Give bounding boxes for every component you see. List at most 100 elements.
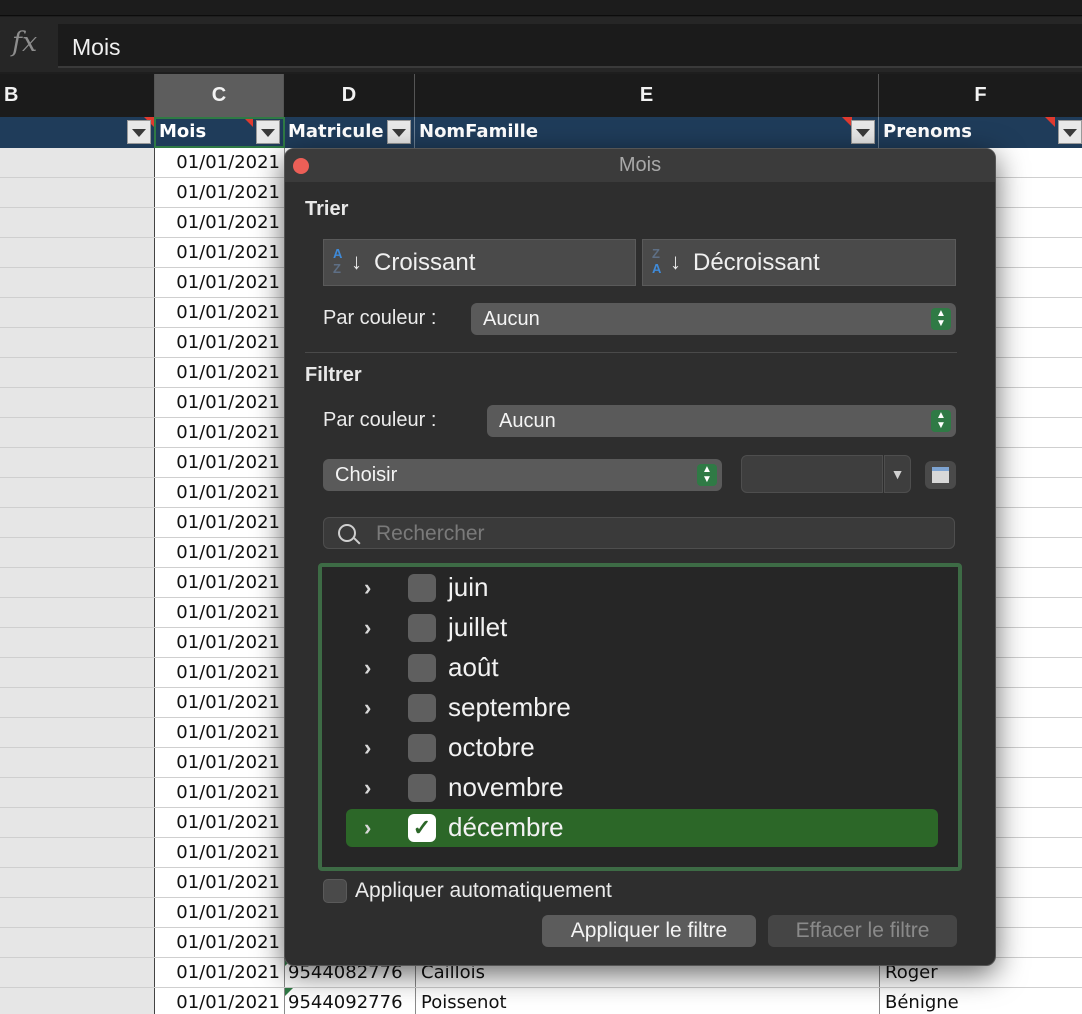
cell-mois[interactable]: 01/01/2021 bbox=[160, 178, 280, 208]
clear-filter-button[interactable]: Effacer le filtre bbox=[768, 915, 957, 947]
filter-dropdown-button-prenoms[interactable] bbox=[1058, 120, 1082, 144]
item-label: juillet bbox=[448, 612, 508, 642]
item-checkbox[interactable] bbox=[408, 774, 436, 802]
sort-color-select[interactable]: Aucun ▲ ▼ bbox=[471, 303, 956, 335]
item-label: novembre bbox=[448, 772, 564, 802]
cell-mois[interactable]: 01/01/2021 bbox=[160, 418, 280, 448]
item-label: juin bbox=[448, 572, 489, 602]
table-header-prenoms: Prenoms bbox=[879, 117, 1082, 148]
active-cell-highlight bbox=[154, 117, 285, 148]
item-label: décembre bbox=[448, 812, 564, 842]
filter-list-item[interactable]: › ✓ décembre bbox=[346, 809, 938, 847]
cell-mois[interactable]: 01/01/2021 bbox=[160, 358, 280, 388]
table-header-matricule: Matricule bbox=[284, 117, 415, 148]
filter-color-value: Aucun bbox=[499, 410, 556, 432]
filter-list-item[interactable]: › novembre bbox=[346, 769, 938, 807]
cell-mois[interactable]: 01/01/2021 bbox=[160, 238, 280, 268]
item-checkbox[interactable] bbox=[408, 574, 436, 602]
item-checkbox[interactable] bbox=[408, 694, 436, 722]
cell-mois[interactable]: 01/01/2021 bbox=[160, 268, 280, 298]
filter-dropdown-button-nomfamille[interactable] bbox=[851, 120, 875, 144]
cell-mois[interactable]: 01/01/2021 bbox=[160, 448, 280, 478]
filter-dropdown-button-matricule[interactable] bbox=[387, 120, 411, 144]
cell-mois[interactable]: 01/01/2021 bbox=[160, 388, 280, 418]
calendar-button[interactable] bbox=[925, 461, 956, 489]
column-header-e[interactable]: E bbox=[415, 74, 879, 117]
filter-values-list[interactable]: › juin › juillet › août › septembre › octobre › nov… bbox=[318, 563, 962, 871]
filter-list-item[interactable]: › octobre bbox=[346, 729, 938, 767]
sort-ascending-icon: AZ ↓ bbox=[333, 246, 362, 276]
cell-mois[interactable]: 01/01/2021 bbox=[160, 928, 280, 958]
column-header-b[interactable]: B bbox=[0, 74, 155, 117]
column-headers: B C D E F bbox=[0, 74, 1082, 117]
cell-mois[interactable]: 01/01/2021 bbox=[160, 478, 280, 508]
column-b-cells[interactable] bbox=[0, 148, 155, 1014]
apply-filter-button[interactable]: Appliquer le filtre bbox=[542, 915, 756, 947]
filter-color-select[interactable]: Aucun ▲ ▼ bbox=[487, 405, 956, 437]
filter-list-item[interactable]: › août bbox=[346, 649, 938, 687]
cell-matricule[interactable]: 9544092776 bbox=[288, 988, 412, 1014]
filter-list-item[interactable]: › juillet bbox=[346, 609, 938, 647]
filter-list-item[interactable]: › juin bbox=[346, 569, 938, 607]
formula-bar: fx Mois bbox=[0, 17, 1082, 72]
search-field[interactable]: Rechercher bbox=[323, 517, 955, 549]
cell-mois[interactable]: 01/01/2021 bbox=[160, 868, 280, 898]
cell-mois[interactable]: 01/01/2021 bbox=[160, 508, 280, 538]
choose-criteria-select[interactable]: Choisir ▲ ▼ bbox=[323, 459, 722, 491]
cell-mois[interactable]: 01/01/2021 bbox=[160, 838, 280, 868]
cell-mois[interactable]: 01/01/2021 bbox=[160, 568, 280, 598]
cell-mois[interactable]: 01/01/2021 bbox=[160, 628, 280, 658]
filter-dropdown-button[interactable] bbox=[127, 120, 151, 144]
chevron-right-icon[interactable]: › bbox=[364, 615, 371, 641]
auto-apply-label: Appliquer automatiquement bbox=[355, 879, 612, 902]
cell-mois[interactable]: 01/01/2021 bbox=[160, 148, 280, 178]
error-indicator bbox=[285, 988, 293, 996]
cell-mois[interactable]: 01/01/2021 bbox=[160, 598, 280, 628]
item-label: octobre bbox=[448, 732, 535, 762]
cell-prenoms[interactable]: Bénigne bbox=[885, 988, 1075, 1014]
cell-mois[interactable]: 01/01/2021 bbox=[160, 328, 280, 358]
chevron-right-icon[interactable]: › bbox=[364, 695, 371, 721]
cell-mois[interactable]: 01/01/2021 bbox=[160, 778, 280, 808]
criteria-value-combobox[interactable] bbox=[741, 455, 883, 493]
cell-mois[interactable]: 01/01/2021 bbox=[160, 538, 280, 568]
item-checkbox[interactable] bbox=[408, 614, 436, 642]
cell-mois[interactable]: 01/01/2021 bbox=[160, 658, 280, 688]
formula-input[interactable]: Mois bbox=[58, 24, 1082, 68]
cell-mois[interactable]: 01/01/2021 bbox=[160, 958, 280, 988]
header-label-matricule: Matricule bbox=[288, 121, 384, 142]
cell-mois[interactable]: 01/01/2021 bbox=[160, 208, 280, 238]
close-icon[interactable] bbox=[293, 158, 309, 174]
calendar-icon bbox=[932, 467, 949, 483]
cell-mois[interactable]: 01/01/2021 bbox=[160, 988, 280, 1014]
filter-color-label: Par couleur : bbox=[323, 409, 437, 431]
sort-ascending-button[interactable]: AZ ↓ Croissant bbox=[323, 239, 636, 286]
auto-apply-checkbox[interactable] bbox=[323, 879, 347, 903]
criteria-dropdown-arrow-icon[interactable]: ▼ bbox=[884, 455, 911, 493]
cell-mois[interactable]: 01/01/2021 bbox=[160, 298, 280, 328]
sort-descending-button[interactable]: ZA ↓ Décroissant bbox=[642, 239, 956, 286]
cell-mois[interactable]: 01/01/2021 bbox=[160, 898, 280, 928]
chevron-right-icon[interactable]: › bbox=[364, 575, 371, 601]
chevron-right-icon[interactable]: › bbox=[364, 655, 371, 681]
column-header-c[interactable]: C bbox=[155, 74, 284, 117]
cell-nomfamille[interactable]: Poissenot bbox=[421, 988, 871, 1014]
filter-section-title: Filtrer bbox=[305, 364, 362, 386]
cell-mois[interactable]: 01/01/2021 bbox=[160, 748, 280, 778]
chevron-right-icon[interactable]: › bbox=[364, 735, 371, 761]
sort-descending-label: Décroissant bbox=[693, 249, 820, 276]
column-header-f[interactable]: F bbox=[879, 74, 1082, 117]
fx-icon[interactable]: fx bbox=[12, 27, 48, 63]
cell-mois[interactable]: 01/01/2021 bbox=[160, 808, 280, 838]
filter-list-item[interactable]: › septembre bbox=[346, 689, 938, 727]
column-header-d[interactable]: D bbox=[284, 74, 415, 117]
sort-color-label: Par couleur : bbox=[323, 307, 437, 329]
cell-mois[interactable]: 01/01/2021 bbox=[160, 688, 280, 718]
item-checkbox[interactable] bbox=[408, 654, 436, 682]
item-checkbox[interactable] bbox=[408, 734, 436, 762]
chevron-right-icon[interactable]: › bbox=[364, 775, 371, 801]
chevron-right-icon[interactable]: › bbox=[364, 815, 371, 841]
item-label: août bbox=[448, 652, 499, 682]
cell-mois[interactable]: 01/01/2021 bbox=[160, 718, 280, 748]
item-checkbox[interactable]: ✓ bbox=[408, 814, 436, 842]
